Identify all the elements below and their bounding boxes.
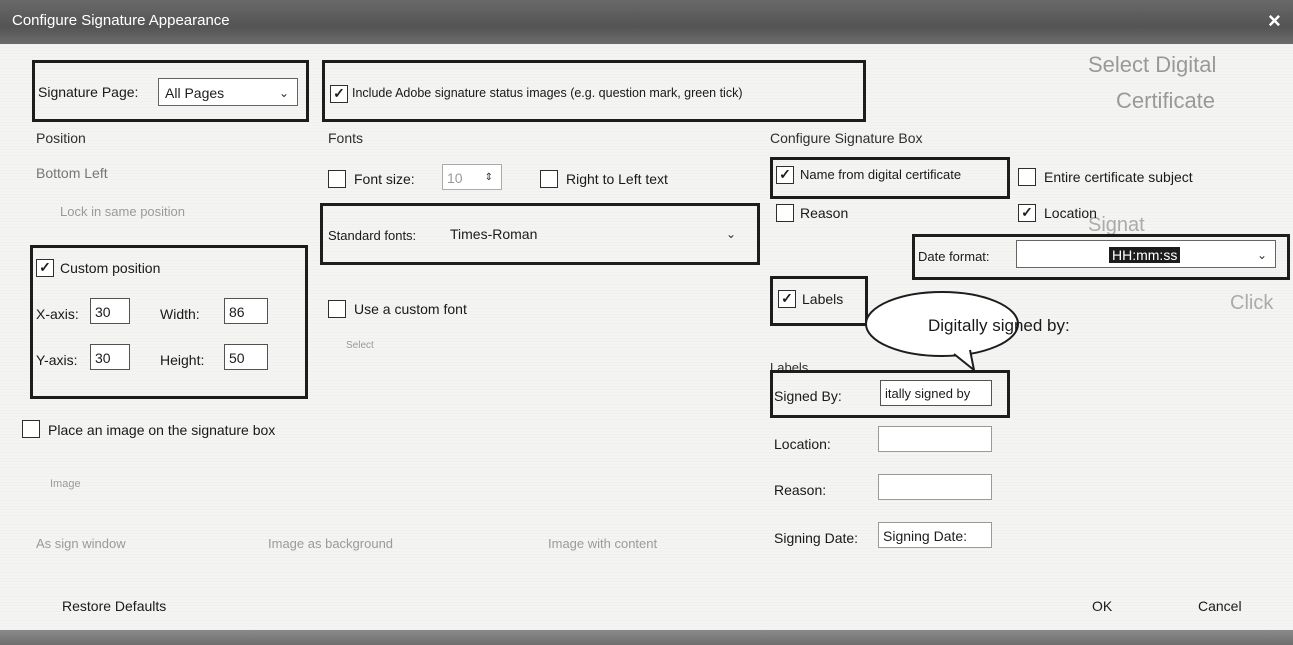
location-field-label: Location:	[774, 436, 831, 452]
restore-defaults-button[interactable]: Restore Defaults	[62, 598, 166, 614]
position-value[interactable]: Bottom Left	[36, 165, 108, 181]
location-checkbox[interactable]: ✓	[1018, 204, 1036, 222]
entire-subject-label: Entire certificate subject	[1044, 169, 1193, 185]
signature-page-select[interactable]: All Pages ⌄	[158, 78, 298, 106]
custom-position-label: Custom position	[60, 260, 161, 276]
x-axis-label: X-axis:	[36, 306, 79, 322]
labels-checkbox[interactable]: ✓	[778, 290, 796, 308]
date-format-label: Date format:	[918, 249, 990, 264]
chevron-down-icon: ⌄	[278, 86, 289, 100]
font-size-label: Font size:	[354, 171, 415, 187]
image-option-background[interactable]: Image as background	[268, 536, 393, 551]
place-image-checkbox[interactable]	[22, 420, 40, 438]
bg-text-select: Select Digital	[1088, 52, 1217, 77]
custom-font-label: Use a custom font	[354, 301, 467, 317]
place-image-label: Place an image on the signature box	[48, 422, 276, 438]
signature-page-label: Signature Page:	[38, 84, 139, 100]
y-axis-input[interactable]: 30	[90, 344, 130, 370]
standard-fonts-value: Times-Roman	[450, 226, 538, 242]
spinner-icon[interactable]: ⇕	[485, 165, 493, 191]
lock-position-label: Lock in same position	[60, 204, 186, 219]
close-icon[interactable]: ×	[1268, 8, 1281, 34]
name-cert-checkbox[interactable]: ✓	[776, 166, 794, 184]
chevron-down-icon: ⌄	[1256, 248, 1267, 262]
custom-font-hint: Select	[346, 340, 374, 351]
chevron-down-icon: ⌄	[725, 227, 736, 241]
name-cert-label: Name from digital certificate	[800, 167, 962, 182]
bg-text-click: Click	[1230, 292, 1274, 314]
configure-box-heading: Configure Signature Box	[770, 130, 923, 146]
signing-date-label: Signing Date:	[774, 530, 859, 546]
height-label: Height:	[160, 352, 205, 368]
labels-cb-label: Labels	[802, 291, 844, 307]
include-status-checkbox[interactable]: ✓	[330, 85, 348, 103]
standard-fonts-select[interactable]: Times-Roman ⌄	[444, 220, 744, 248]
right-to-left-checkbox[interactable]	[540, 170, 558, 188]
image-label: Image	[50, 478, 81, 490]
width-input[interactable]: 86	[224, 298, 268, 324]
font-size-input[interactable]: 10 ⇕	[442, 164, 502, 190]
right-to-left-label: Right to Left text	[566, 171, 668, 187]
callout-text: Digitally signed by:	[928, 316, 1070, 335]
ok-button[interactable]: OK	[1092, 598, 1112, 614]
signed-by-label: Signed By:	[774, 388, 842, 404]
image-option-sign-window[interactable]: As sign window	[36, 536, 126, 551]
custom-font-checkbox[interactable]	[328, 300, 346, 318]
standard-fonts-label: Standard fonts:	[328, 228, 417, 243]
font-size-checkbox[interactable]	[328, 170, 346, 188]
include-status-label: Include Adobe signature status images (e…	[352, 86, 743, 100]
signature-page-value: All Pages	[165, 85, 225, 101]
window-title: Configure Signature Appearance	[12, 12, 230, 29]
width-label: Width:	[160, 306, 200, 322]
title-bar: Configure Signature Appearance ×	[0, 0, 1293, 44]
signing-date-input[interactable]: Signing Date:	[878, 522, 992, 548]
location-label: Location	[1044, 205, 1097, 221]
bottom-border	[0, 630, 1293, 645]
reason-checkbox[interactable]	[776, 204, 794, 222]
location-field-input[interactable]	[878, 426, 992, 452]
reason-label: Reason	[800, 205, 849, 221]
height-input[interactable]: 50	[224, 344, 268, 370]
bg-text-certificate: Certificate	[1116, 88, 1216, 113]
font-size-value: 10	[447, 170, 463, 186]
x-axis-input[interactable]: 30	[90, 298, 130, 324]
reason-field-input[interactable]	[878, 474, 992, 500]
fonts-heading: Fonts	[328, 130, 364, 146]
date-format-select[interactable]: HH:mm:ss ⌄	[1016, 240, 1276, 268]
reason-field-label: Reason:	[774, 482, 827, 498]
date-format-value: HH:mm:ss	[1109, 247, 1181, 263]
image-option-content[interactable]: Image with content	[548, 536, 657, 551]
custom-position-checkbox[interactable]: ✓	[36, 259, 54, 277]
entire-subject-checkbox[interactable]	[1018, 168, 1036, 186]
y-axis-label: Y-axis:	[36, 352, 78, 368]
cancel-button[interactable]: Cancel	[1198, 598, 1242, 614]
signed-by-input[interactable]: itally signed by	[880, 380, 992, 406]
position-heading: Position	[36, 130, 86, 146]
